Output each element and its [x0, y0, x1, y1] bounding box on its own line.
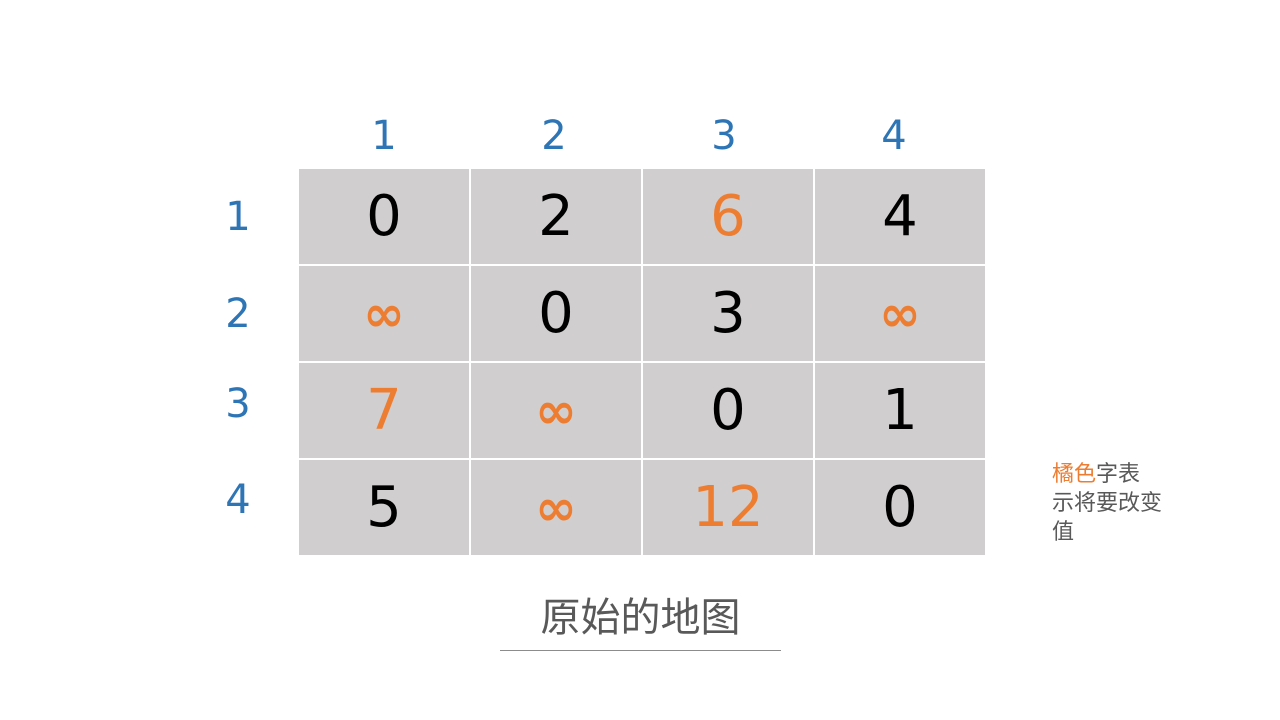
- matrix-cell-r1-c4: 4: [815, 169, 985, 264]
- matrix-cell-r2-c4: ∞: [815, 266, 985, 361]
- column-header-1: 1: [371, 113, 397, 159]
- matrix-cell-r1-c1: 0: [299, 169, 469, 264]
- caption-underline: [500, 650, 781, 651]
- column-header-3: 3: [711, 113, 737, 159]
- matrix-cell-r4-c4: 0: [815, 460, 985, 555]
- matrix-cell-r2-c1: ∞: [299, 266, 469, 361]
- row-header-4: 4: [225, 477, 251, 523]
- matrix-cell-r4-c3: 12: [643, 460, 813, 555]
- row-header-1: 1: [225, 194, 251, 240]
- row-header-2: 2: [225, 291, 251, 337]
- matrix-cell-r1-c2: 2: [471, 169, 641, 264]
- matrix-cell-r3-c4: 1: [815, 363, 985, 458]
- matrix-cell-r2-c3: 3: [643, 266, 813, 361]
- matrix-cell-r3-c1: 7: [299, 363, 469, 458]
- distance-matrix: 0 2 6 4 ∞ 0 3 ∞ 7 ∞ 0 1 5 ∞ 12 0: [299, 169, 985, 555]
- column-header-4: 4: [881, 113, 907, 159]
- slide: 1 2 3 4 1 2 3 4 0 2 6 4 ∞ 0 3 ∞ 7 ∞ 0 1 5 ∞ 12 0 原始的地图 …: [0, 0, 1280, 720]
- matrix-cell-r4-c1: 5: [299, 460, 469, 555]
- caption: 原始的地图: [540, 595, 741, 641]
- row-header-3: 3: [225, 381, 251, 427]
- legend-note: 橘色字表示将要改变值: [1052, 460, 1162, 547]
- matrix-cell-r4-c2: ∞: [471, 460, 641, 555]
- matrix-cell-r3-c3: 0: [643, 363, 813, 458]
- column-header-2: 2: [541, 113, 567, 159]
- matrix-cell-r3-c2: ∞: [471, 363, 641, 458]
- legend-note-accent: 橘色: [1052, 462, 1097, 487]
- matrix-cell-r2-c2: 0: [471, 266, 641, 361]
- matrix-cell-r1-c3: 6: [643, 169, 813, 264]
